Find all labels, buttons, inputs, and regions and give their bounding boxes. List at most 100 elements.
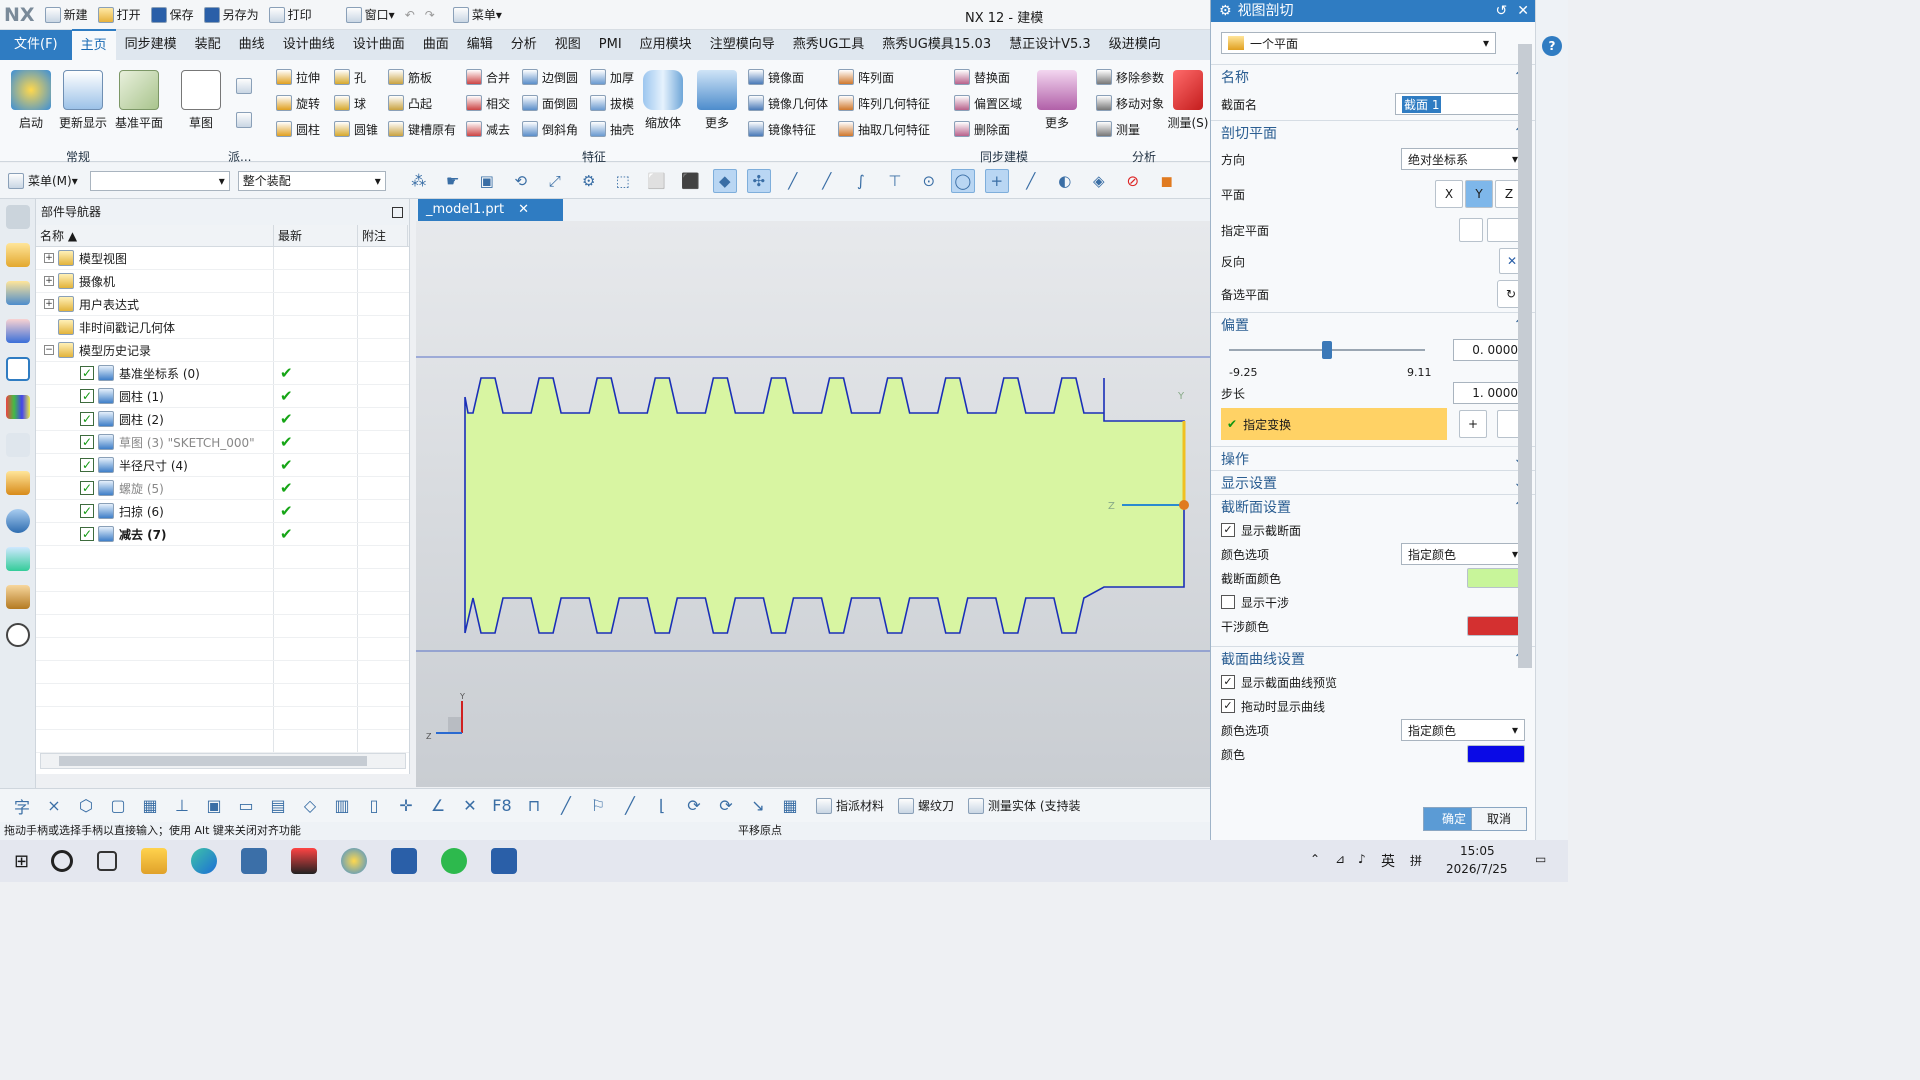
cube-icon[interactable]: ◼ [1155,169,1179,193]
grid-icon[interactable]: ▦ [138,794,162,818]
save-as-button[interactable]: 另存为 [203,6,259,23]
column-name[interactable]: 名称 ▲ [36,225,274,246]
sketch-button[interactable]: 草图 [174,70,228,131]
section-name-header[interactable]: 名称⌃ [1211,64,1535,88]
feature-checkbox[interactable]: ✓ [80,458,94,472]
sync-more-button[interactable]: 更多 [1030,70,1084,131]
curve-color-swatch[interactable] [1467,745,1525,763]
new-button[interactable]: 新建 [44,6,88,23]
measure-solid-button[interactable]: 测量实体 (支持装 [968,797,1094,814]
mirror-col-item-1[interactable]: 镜像几何体 [748,94,828,112]
plane-x-icon[interactable]: X [1435,180,1463,208]
analysis-col-item-1[interactable]: 移动对象 [1096,94,1164,112]
clamp-icon[interactable]: ⊥ [170,794,194,818]
interference-color-swatch[interactable] [1467,616,1525,636]
wire-icon[interactable]: ✣ [746,168,771,193]
maximize-icon[interactable] [392,207,403,218]
volume-icon[interactable]: ♪ [1358,852,1366,866]
feature-col4-item-2[interactable]: 减去 [466,120,510,138]
cross-icon[interactable]: + [984,168,1009,193]
slider-thumb[interactable] [1322,341,1332,359]
thread-tool-button[interactable]: 螺纹刀 [898,797,954,814]
frame-icon[interactable]: ▭ [234,794,258,818]
feature-checkbox[interactable]: ✓ [80,389,94,403]
print-button[interactable]: 打印 [268,6,312,23]
nx-app-icon[interactable] [341,848,368,874]
save-button[interactable]: 保存 [150,6,194,23]
view-section-icon[interactable]: ◈ [1087,169,1111,193]
tab-16[interactable]: 级进模向 [1100,30,1170,60]
tab-3[interactable]: 曲线 [230,30,274,60]
update-display-button[interactable]: 更新显示 [56,70,110,131]
mirror-col-item-2[interactable]: 镜像特征 [748,120,816,138]
tab-12[interactable]: 注塑模向导 [701,30,784,60]
roles-icon[interactable] [6,471,30,495]
palette-icon[interactable] [6,547,30,571]
reuse-library-icon[interactable] [6,395,30,419]
feature-checkbox[interactable]: ✓ [80,504,94,518]
curve-drag-checkbox[interactable]: ✓ [1221,699,1235,713]
section-icon[interactable]: ◐ [1053,169,1077,193]
window-menu[interactable]: 窗口 ▾ [345,6,395,23]
app-icon-2[interactable] [291,848,318,874]
half-icon[interactable]: ▯ [362,794,386,818]
feature-checkbox[interactable]: ✓ [80,527,94,541]
tab-14[interactable]: 燕秀UG模具15.03 [873,30,1000,60]
grid-2-icon[interactable]: ▦ [778,794,802,818]
angle-icon[interactable]: ∠ [426,794,450,818]
show-section-checkbox[interactable]: ✓ [1221,523,1235,537]
notification-icon[interactable]: ▭ [1535,852,1546,866]
navigator-row[interactable]: ✓ 圆柱 (1) ✔ [36,385,409,408]
fit-icon[interactable]: ⤢ [543,169,567,193]
dialog-scrollbar[interactable]: ? [1518,0,1568,840]
tab-2[interactable]: 装配 [186,30,230,60]
box-3d-icon[interactable]: ▤ [266,794,290,818]
curve-preview-checkbox[interactable]: ✓ [1221,675,1235,689]
tab-9[interactable]: 视图 [546,30,590,60]
feature-col2-item-1[interactable]: 球 [334,94,366,112]
edge-browser-icon[interactable] [191,848,218,874]
feature-checkbox[interactable]: ✓ [80,481,94,495]
feature-col6-item-2[interactable]: 抽壳 [590,120,634,138]
box-select-icon[interactable]: ⬜ [645,169,669,193]
feature-col2-item-2[interactable]: 圆锥 [334,120,378,138]
feature-col2-item-0[interactable]: 孔 [334,68,366,86]
direction-combo[interactable]: 绝对坐标系 ▾ [1401,148,1525,170]
feature-checkbox[interactable]: ✓ [80,366,94,380]
specify-transform-row[interactable]: ✔ 指定变换 [1221,408,1447,440]
sync-col-item-0[interactable]: 替换面 [954,68,1010,86]
tab-0[interactable]: 主页 [71,29,116,61]
menu-button[interactable]: 菜单(M) ▾ [8,172,78,189]
tab-1[interactable]: 同步建模 [116,30,186,60]
navigator-row[interactable]: ✓ 基准坐标系 (0) ✔ [36,362,409,385]
add-transform-icon[interactable]: + [1459,410,1487,438]
file-explorer-icon[interactable] [141,848,168,874]
feature-col5-item-1[interactable]: 面倒圆 [522,94,578,112]
search-icon[interactable] [51,850,74,872]
curve-color-option-combo[interactable]: 指定颜色 ▾ [1401,719,1525,741]
line-2-icon[interactable]: ╱ [815,169,839,193]
circle-icon[interactable]: ◯ [950,168,975,193]
expand-toggle-icon[interactable]: − [44,345,54,355]
select-icon[interactable]: ▣ [475,169,499,193]
analysis-col-item-0[interactable]: 移除参数 [1096,68,1164,86]
tab-13[interactable]: 燕秀UG工具 [784,30,874,60]
scale-body-button[interactable]: 缩放体 [636,70,690,131]
analysis-col-item-2[interactable]: 测量 [1096,120,1140,138]
cancel-button[interactable]: 取消 [1471,807,1527,831]
constraint-navigator-icon[interactable] [6,281,30,305]
measure-big-button[interactable]: 测量(S) [1166,70,1210,131]
move-icon[interactable]: ↘ [746,794,770,818]
section-color-option-combo[interactable]: 指定颜色 ▾ [1401,543,1525,565]
tab-8[interactable]: 分析 [502,30,546,60]
mirror-col-item-0[interactable]: 镜像面 [748,68,804,86]
section-name-input[interactable]: 截面 1 [1395,93,1525,115]
tab-6[interactable]: 曲面 [414,30,458,60]
section-type-combo[interactable]: 一个平面 ▾ [1221,32,1496,54]
pattern-col-item-2[interactable]: 抽取几何特征 [838,120,930,138]
task-view-icon[interactable] [97,851,118,871]
tab-11[interactable]: 应用模块 [631,30,701,60]
section-settings-header[interactable]: 截断面设置⌃ [1211,494,1535,518]
feature-col6-item-0[interactable]: 加厚 [590,68,634,86]
web-browser-icon[interactable] [6,509,30,533]
